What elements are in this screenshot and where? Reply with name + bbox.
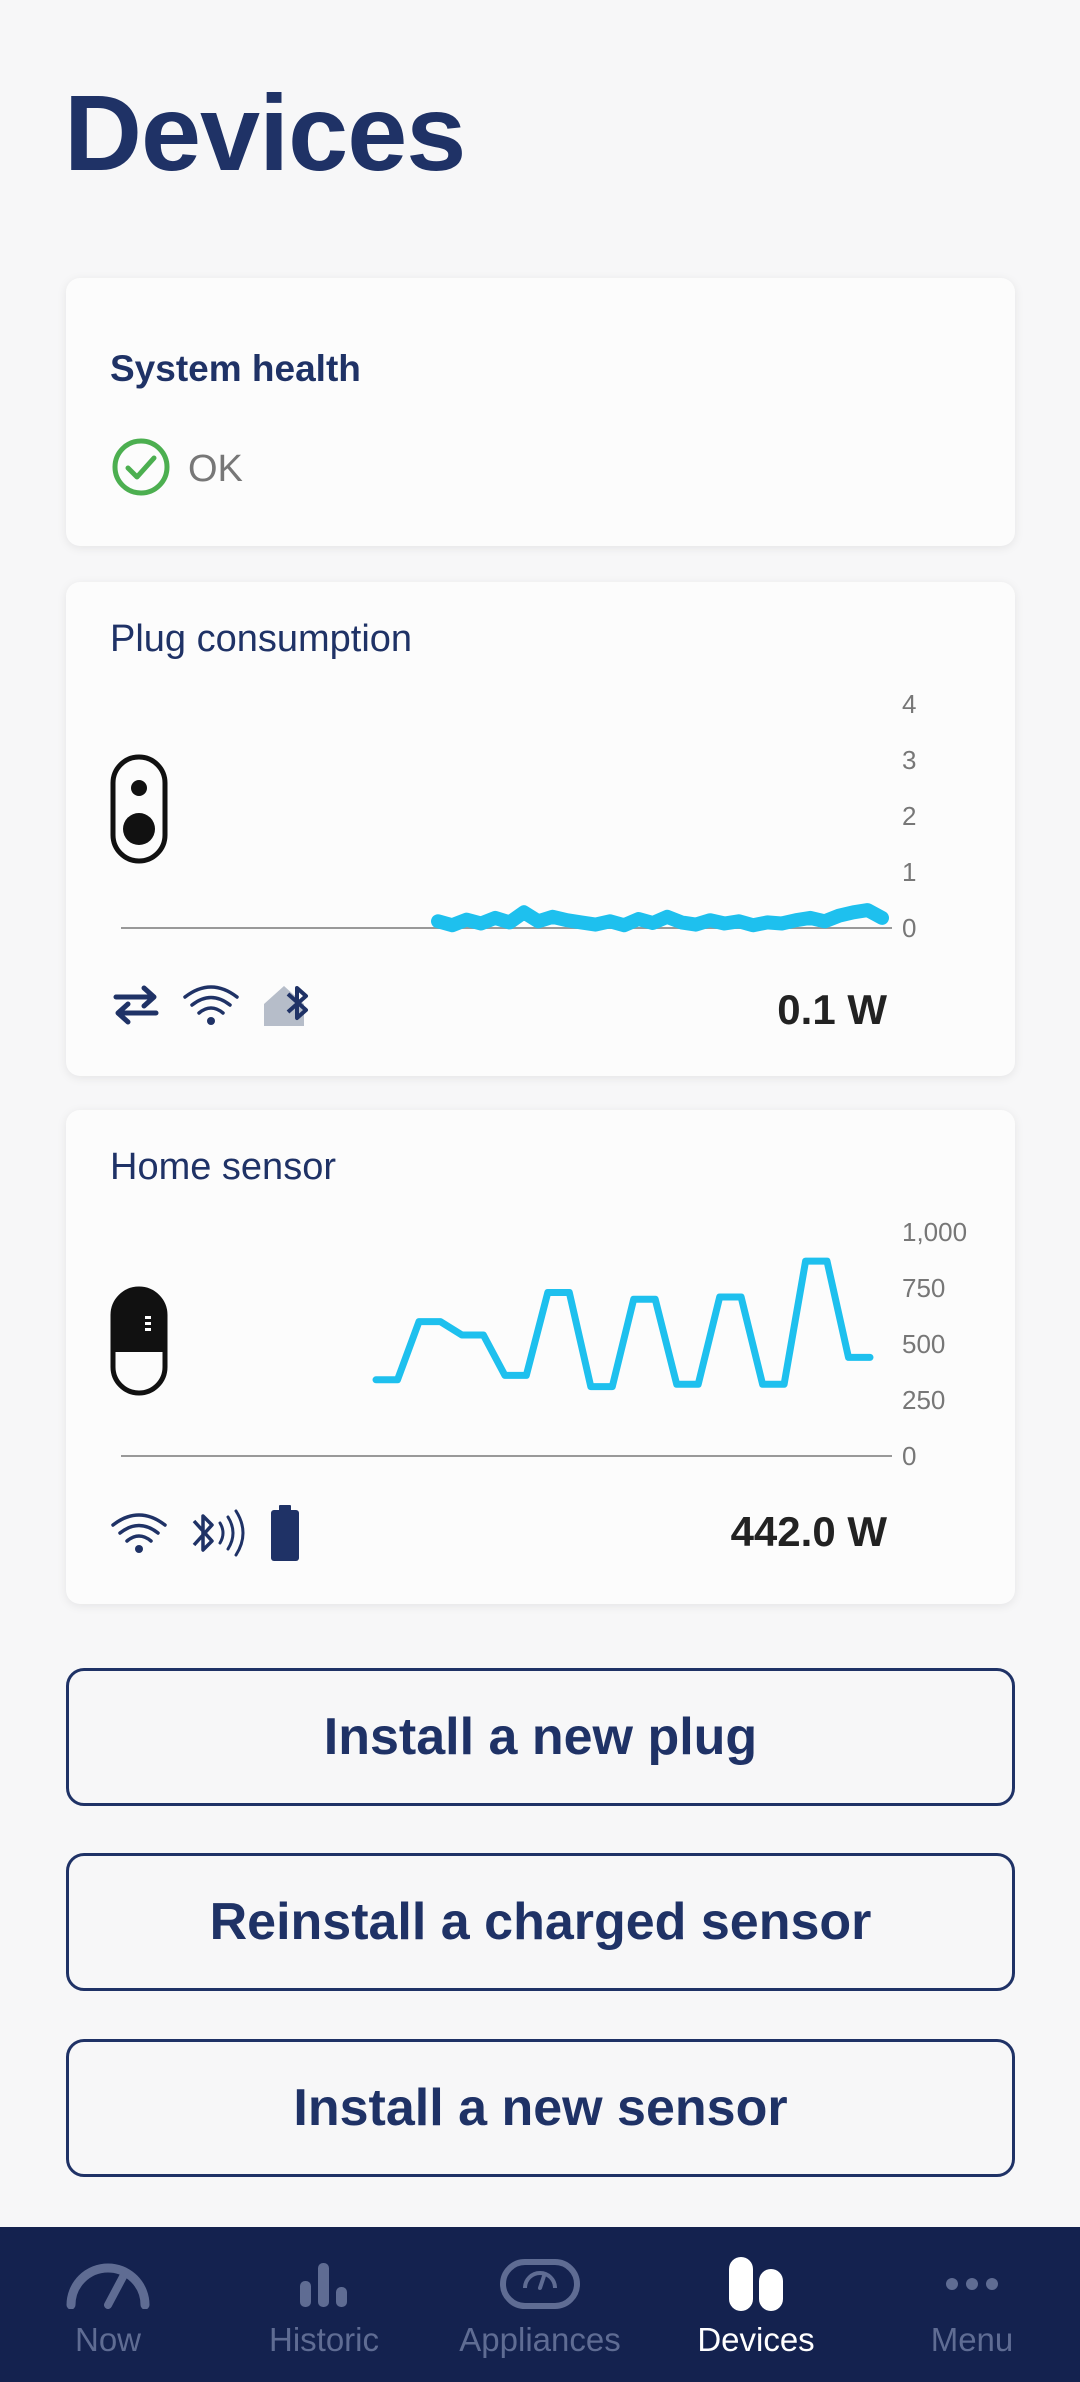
bottom-nav: Now Historic Appliances Devices Menu	[0, 2227, 1080, 2382]
plug-chart-y-tick-label: 3	[902, 745, 916, 775]
nav-item-devices[interactable]: Devices	[648, 2227, 864, 2382]
devices-icon	[727, 2255, 785, 2313]
nav-label-now: Now	[74, 2321, 142, 2358]
system-health-status-text: OK	[188, 448, 243, 490]
plug-status-icons	[112, 982, 316, 1033]
sensor-chart-series-line	[372, 1257, 874, 1391]
plug-chart-y-tick-label: 2	[902, 801, 916, 831]
sensor-chart-y-tick-label: 250	[902, 1385, 945, 1415]
bar-chart-icon	[296, 2255, 352, 2313]
wifi-icon	[110, 1511, 168, 1560]
plug-chart-y-tick-label: 0	[902, 913, 916, 943]
battery-icon	[270, 1504, 300, 1567]
sensor-chart-y-tick-label: 0	[902, 1441, 916, 1471]
nav-item-now[interactable]: Now	[0, 2227, 216, 2382]
nav-label-appliances: Appliances	[459, 2321, 621, 2358]
appliance-icon	[499, 2255, 581, 2313]
home-sensor-card[interactable]: Home sensor 1,000 750 500 250 0 442.0 W	[66, 1110, 1015, 1604]
check-circle-icon	[112, 438, 170, 501]
nav-label-menu: Menu	[930, 2321, 1014, 2358]
nav-item-appliances[interactable]: Appliances	[432, 2227, 648, 2382]
swap-arrows-icon	[112, 985, 160, 1030]
plug-consumption-card[interactable]: Plug consumption 43210 0.1 W	[66, 582, 1015, 1076]
nav-item-historic[interactable]: Historic	[216, 2227, 432, 2382]
nav-label-devices: Devices	[697, 2321, 815, 2358]
sensor-power-value: 442.0 W	[730, 1508, 887, 1555]
nav-item-menu[interactable]: Menu	[864, 2227, 1080, 2382]
install-new-sensor-button[interactable]: Install a new sensor	[66, 2039, 1015, 2177]
gauge-icon	[63, 2255, 153, 2313]
sensor-chart-y-tick-label: 1,000	[902, 1217, 967, 1247]
sensor-chart-y-tick-label: 750	[902, 1273, 945, 1303]
install-new-plug-button[interactable]: Install a new plug	[66, 1668, 1015, 1806]
plug-power-value: 0.1 W	[777, 986, 887, 1033]
sensor-status-icons	[110, 1504, 300, 1567]
system-health-card[interactable]: System health OK	[66, 278, 1015, 546]
plug-chart-series-line	[431, 903, 889, 933]
wifi-icon	[182, 983, 240, 1032]
plug-chart-y-tick-label: 4	[902, 689, 916, 719]
plug-chart-y-tick-label: 1	[902, 857, 916, 887]
system-health-title: System health	[110, 348, 361, 389]
sensor-chart-y-tick-label: 500	[902, 1329, 945, 1359]
home-bluetooth-icon	[262, 982, 316, 1033]
system-health-status: OK	[112, 438, 243, 501]
page-title: Devices	[64, 72, 466, 193]
reinstall-charged-sensor-button[interactable]: Reinstall a charged sensor	[66, 1853, 1015, 1991]
bluetooth-signal-icon	[190, 1507, 248, 1564]
nav-label-historic: Historic	[268, 2321, 379, 2358]
more-dots-icon	[945, 2255, 999, 2313]
